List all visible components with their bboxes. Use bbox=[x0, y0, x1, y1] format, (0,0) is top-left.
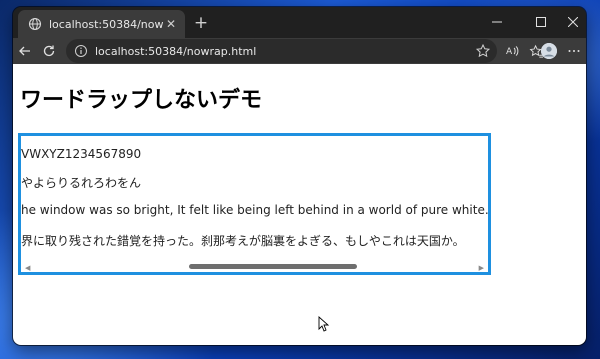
scroll-left-icon[interactable]: ◀ bbox=[25, 264, 30, 272]
mouse-cursor-icon bbox=[318, 316, 330, 332]
tab-title: localhost:50384/nowrap.html bbox=[49, 17, 163, 31]
star-icon[interactable] bbox=[475, 43, 491, 59]
text-line-english: he window was so bright, It felt like be… bbox=[21, 203, 491, 217]
text-line-japanese: 界に取り残された錯覚を持った。刹那考えが脳裏をよぎる、もしやこれは天国か。 bbox=[21, 234, 465, 248]
maximize-icon[interactable] bbox=[532, 13, 550, 31]
globe-icon bbox=[28, 17, 42, 31]
refresh-icon[interactable] bbox=[40, 42, 58, 60]
svg-text:A: A bbox=[506, 47, 513, 57]
browser-tab[interactable]: localhost:50384/nowrap.html ✕ bbox=[18, 10, 185, 38]
minimize-icon[interactable] bbox=[488, 13, 506, 31]
title-bar: localhost:50384/nowrap.html ✕ + bbox=[13, 7, 586, 38]
address-bar[interactable]: localhost:50384/nowrap.html bbox=[66, 39, 497, 63]
plus-icon[interactable]: + bbox=[193, 15, 209, 32]
window-close-icon[interactable] bbox=[564, 13, 582, 31]
scroll-right-icon[interactable]: ▶ bbox=[479, 264, 484, 272]
text-line-alnum: VWXYZ1234567890 bbox=[21, 147, 142, 161]
close-icon[interactable]: ✕ bbox=[163, 16, 179, 32]
profile-avatar[interactable] bbox=[541, 43, 557, 59]
read-aloud-icon[interactable]: A bbox=[503, 42, 521, 60]
back-icon[interactable] bbox=[16, 42, 34, 60]
horizontal-scrollbar[interactable]: ◀ ▶ bbox=[21, 262, 488, 272]
url-text: localhost:50384/nowrap.html bbox=[95, 44, 257, 58]
info-icon[interactable] bbox=[74, 44, 88, 58]
scrollbar-thumb[interactable] bbox=[189, 264, 357, 269]
more-icon[interactable] bbox=[565, 42, 583, 60]
browser-toolbar: localhost:50384/nowrap.html A bbox=[13, 38, 586, 64]
text-line-kana: やよらりるれろわをん bbox=[21, 176, 142, 190]
nowrap-scroll-box[interactable]: VWXYZ1234567890 やよらりるれろわをん he window was… bbox=[18, 133, 491, 275]
browser-window: localhost:50384/nowrap.html ✕ + localhos… bbox=[13, 7, 586, 345]
page-title: ワードラップしないデモ bbox=[20, 88, 263, 113]
page-viewport: ワードラップしないデモ VWXYZ1234567890 やよらりるれろわをん h… bbox=[13, 64, 586, 345]
